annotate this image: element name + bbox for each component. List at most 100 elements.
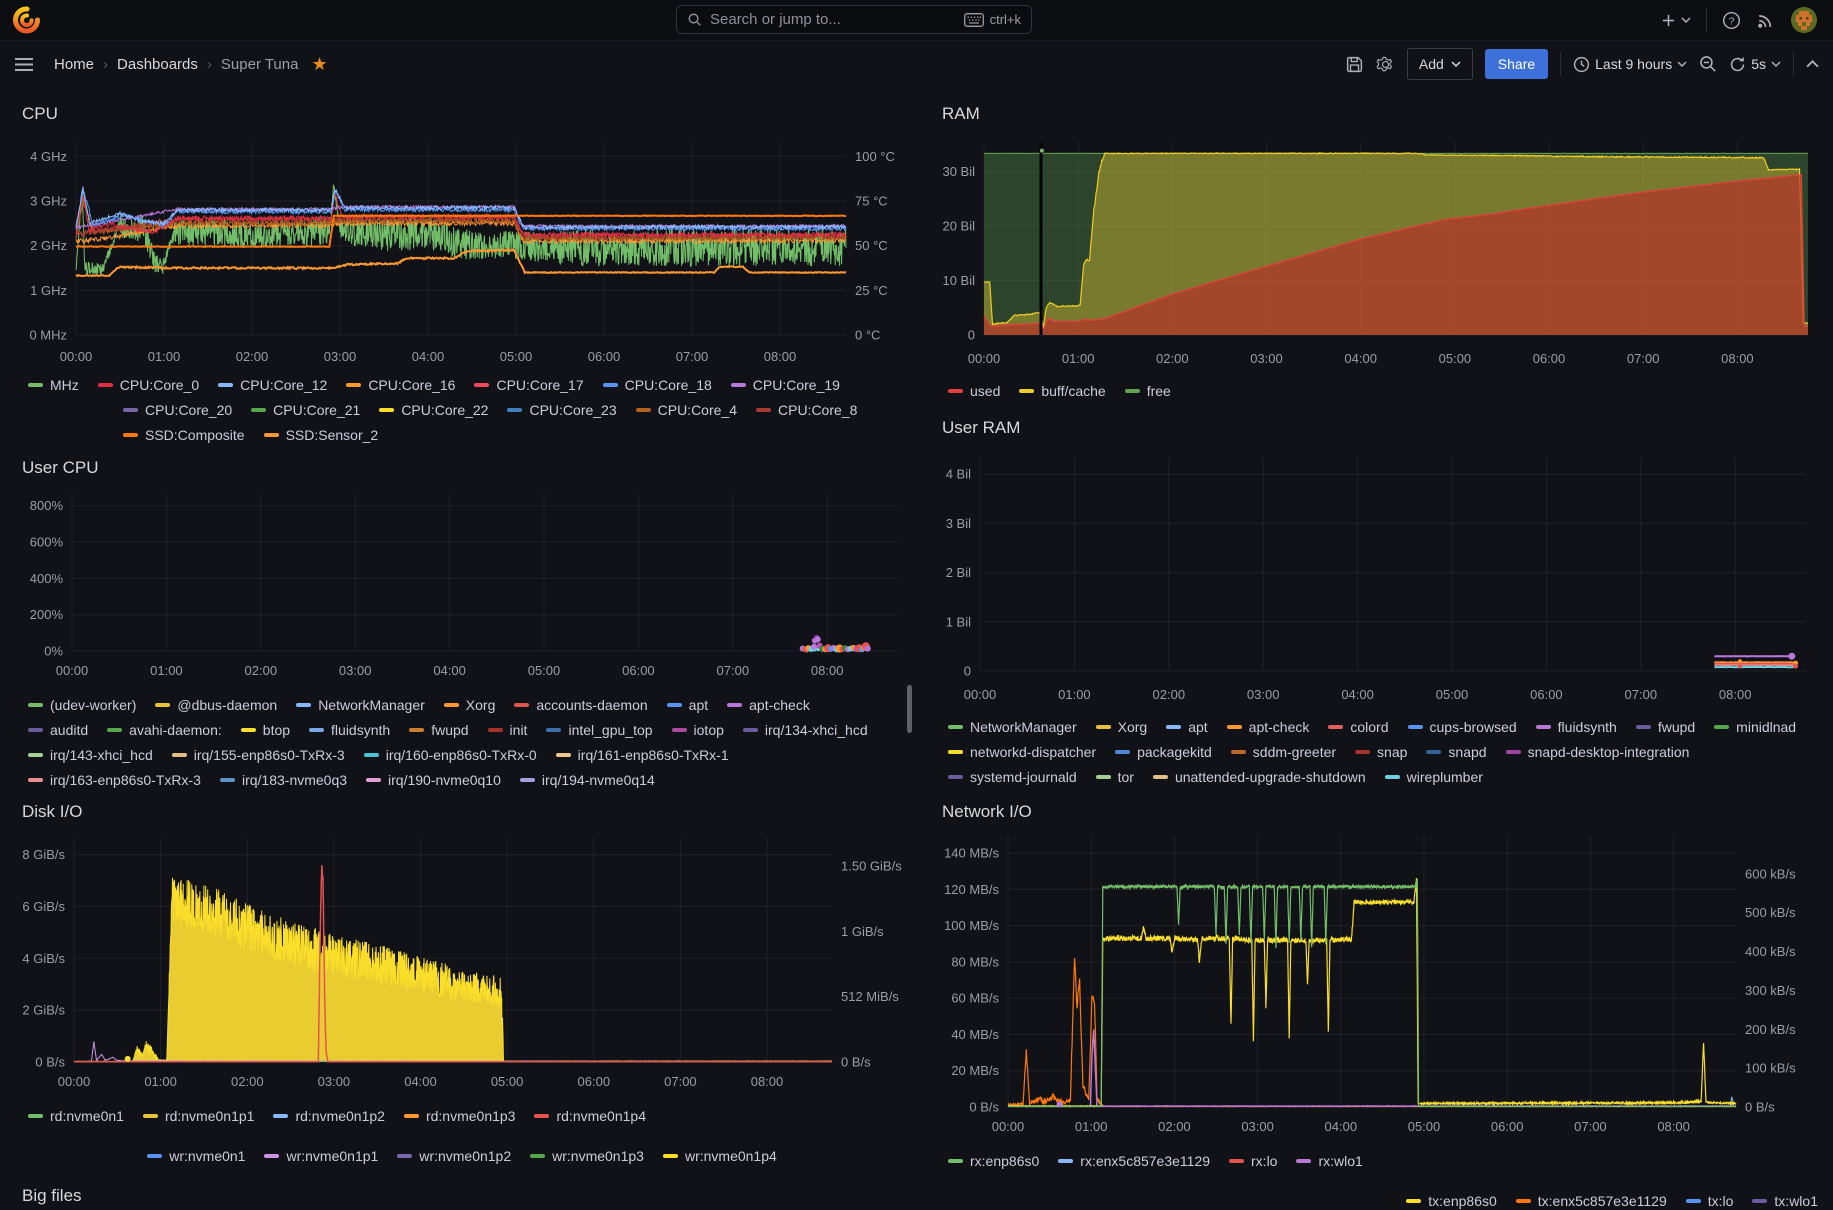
legend-item[interactable]: wr:nvme0n1p1 [264,1148,378,1164]
news-icon[interactable] [1756,11,1775,30]
legend-item[interactable]: unattended-upgrade-shutdown [1153,769,1366,785]
legend-item[interactable]: networkd-dispatcher [948,744,1096,760]
legend-item[interactable]: wr:nvme0n1p4 [663,1148,777,1164]
legend-item[interactable]: fluidsynth [309,722,390,738]
legend-item[interactable]: CPU:Core_19 [731,377,840,393]
menu-toggle[interactable] [14,57,34,72]
grafana-logo[interactable] [12,6,40,34]
legend-item[interactable]: minidlnad [1714,719,1796,735]
legend-item[interactable]: tx:enp86s0 [1406,1193,1497,1209]
legend-item[interactable]: @dbus-daemon [155,697,277,713]
collapse-toolbar-button[interactable] [1806,60,1819,68]
legend-item[interactable]: irq/143-xhci_hcd [28,747,153,763]
legend-item[interactable]: sddm-greeter [1231,744,1336,760]
legend-item[interactable]: irq/183-nvme0q3 [220,772,347,788]
legend-item[interactable]: free [1125,383,1171,399]
legend-item[interactable]: snap [1355,744,1407,760]
legend-item[interactable]: rd:nvme0n1p4 [534,1108,646,1124]
panel-title[interactable]: Network I/O [932,797,1820,827]
legend-item[interactable]: fwupd [409,722,468,738]
user-ram-chart[interactable]: 00:0001:0002:0003:0004:0005:0006:0007:00… [932,443,1820,710]
legend-item[interactable]: iotop [672,722,724,738]
legend-item[interactable]: btop [241,722,290,738]
legend-item[interactable]: irq/155-enp86s0-TxRx-3 [172,747,345,763]
legend-item[interactable]: fwupd [1636,719,1695,735]
legend-item[interactable]: rd:nvme0n1p3 [404,1108,516,1124]
legend-item[interactable]: intel_gpu_top [546,722,652,738]
legend-item[interactable]: irq/161-enp86s0-TxRx-1 [556,747,729,763]
share-button[interactable]: Share [1485,49,1548,79]
panel-title[interactable]: User RAM [932,413,1820,443]
legend-item[interactable]: CPU:Core_4 [636,402,737,418]
panel-title[interactable]: Big files [12,1181,912,1210]
legend-scrollbar[interactable] [907,685,912,733]
legend-item[interactable]: colord [1328,719,1388,735]
save-dashboard-button[interactable] [1345,55,1364,74]
avatar[interactable] [1790,6,1818,34]
time-range-picker[interactable]: Last 9 hours [1573,56,1687,73]
legend-item[interactable]: CPU:Core_16 [346,377,455,393]
legend-item[interactable]: tx:lo [1686,1193,1734,1209]
legend-item[interactable]: CPU:Core_18 [603,377,712,393]
breadcrumb-home[interactable]: Home [54,56,94,73]
legend-item[interactable]: rx:enp86s0 [948,1153,1039,1169]
legend-item[interactable]: wireplumber [1385,769,1483,785]
legend-item[interactable]: NetworkManager [948,719,1077,735]
legend-item[interactable]: accounts-daemon [514,697,647,713]
legend-item[interactable]: SSD:Composite [123,427,245,443]
legend-item[interactable]: CPU:Core_22 [379,402,488,418]
legend-item[interactable]: rx:enx5c857e3e1129 [1058,1153,1210,1169]
legend-item[interactable]: packagekitd [1115,744,1212,760]
legend-item[interactable]: irq/190-nvme0q10 [366,772,501,788]
search-input[interactable]: Search or jump to... ctrl+k [676,5,1032,34]
new-button[interactable] [1661,13,1691,28]
legend-item[interactable]: apt [667,697,708,713]
legend-item[interactable]: cups-browsed [1408,719,1517,735]
legend-item[interactable]: systemd-journald [948,769,1077,785]
panel-title[interactable]: User CPU [12,453,912,483]
legend-item[interactable]: avahi-daemon: [107,722,222,738]
legend-item[interactable]: rd:nvme0n1 [28,1108,124,1124]
panel-title[interactable]: CPU [12,99,912,129]
legend-item[interactable]: apt-check [1227,719,1310,735]
legend-item[interactable]: init [488,722,528,738]
legend-item[interactable]: rx:lo [1229,1153,1277,1169]
legend-item[interactable]: MHz [28,377,79,393]
legend-item[interactable]: tor [1096,769,1134,785]
legend-item[interactable]: apt [1166,719,1207,735]
legend-item[interactable]: wr:nvme0n1p2 [397,1148,511,1164]
legend-item[interactable]: CPU:Core_20 [123,402,232,418]
legend-item[interactable]: rx:wlo1 [1296,1153,1362,1169]
legend-item[interactable]: snapd-desktop-integration [1506,744,1690,760]
legend-item[interactable]: wr:nvme0n1 [147,1148,245,1164]
legend-item[interactable]: Xorg [444,697,496,713]
add-panel-button[interactable]: Add [1407,48,1473,80]
legend-item[interactable]: tx:wlo1 [1752,1193,1818,1209]
legend-item[interactable]: irq/160-enp86s0-TxRx-0 [364,747,537,763]
dashboard-settings-button[interactable] [1376,55,1395,74]
user-cpu-chart[interactable]: 00:0001:0002:0003:0004:0005:0006:0007:00… [12,483,912,686]
legend-item[interactable]: irq/134-xhci_hcd [743,722,868,738]
legend-item[interactable]: CPU:Core_8 [756,402,857,418]
legend-item[interactable]: used [948,383,1000,399]
legend-item[interactable]: CPU:Core_12 [218,377,327,393]
favorite-star-icon[interactable]: ★ [311,54,327,75]
legend-item[interactable]: snapd [1426,744,1486,760]
legend-item[interactable]: SSD:Sensor_2 [264,427,379,443]
breadcrumb-dashboards[interactable]: Dashboards [117,56,198,73]
legend-item[interactable]: CPU:Core_23 [507,402,616,418]
legend-item[interactable]: buff/cache [1019,383,1105,399]
panel-title[interactable]: RAM [932,99,1820,129]
legend-item[interactable]: apt-check [727,697,810,713]
legend-item[interactable]: CPU:Core_0 [98,377,199,393]
legend-item[interactable]: tx:enx5c857e3e1129 [1516,1193,1667,1209]
cpu-chart[interactable]: 00:0001:0002:0003:0004:0005:0006:0007:00… [12,129,912,372]
legend-item[interactable]: irq/163-enp86s0-TxRx-3 [28,772,201,788]
legend-item[interactable]: auditd [28,722,88,738]
legend-item[interactable]: rd:nvme0n1p1 [143,1108,255,1124]
legend-item[interactable]: irq/194-nvme0q14 [520,772,655,788]
network-io-chart[interactable]: 00:0001:0002:0003:0004:0005:0006:0007:00… [932,827,1820,1142]
disk-io-chart[interactable]: 00:0001:0002:0003:0004:0005:0006:0007:00… [12,827,912,1097]
legend-item[interactable]: CPU:Core_17 [474,377,583,393]
legend-item[interactable]: rd:nvme0n1p2 [273,1108,385,1124]
